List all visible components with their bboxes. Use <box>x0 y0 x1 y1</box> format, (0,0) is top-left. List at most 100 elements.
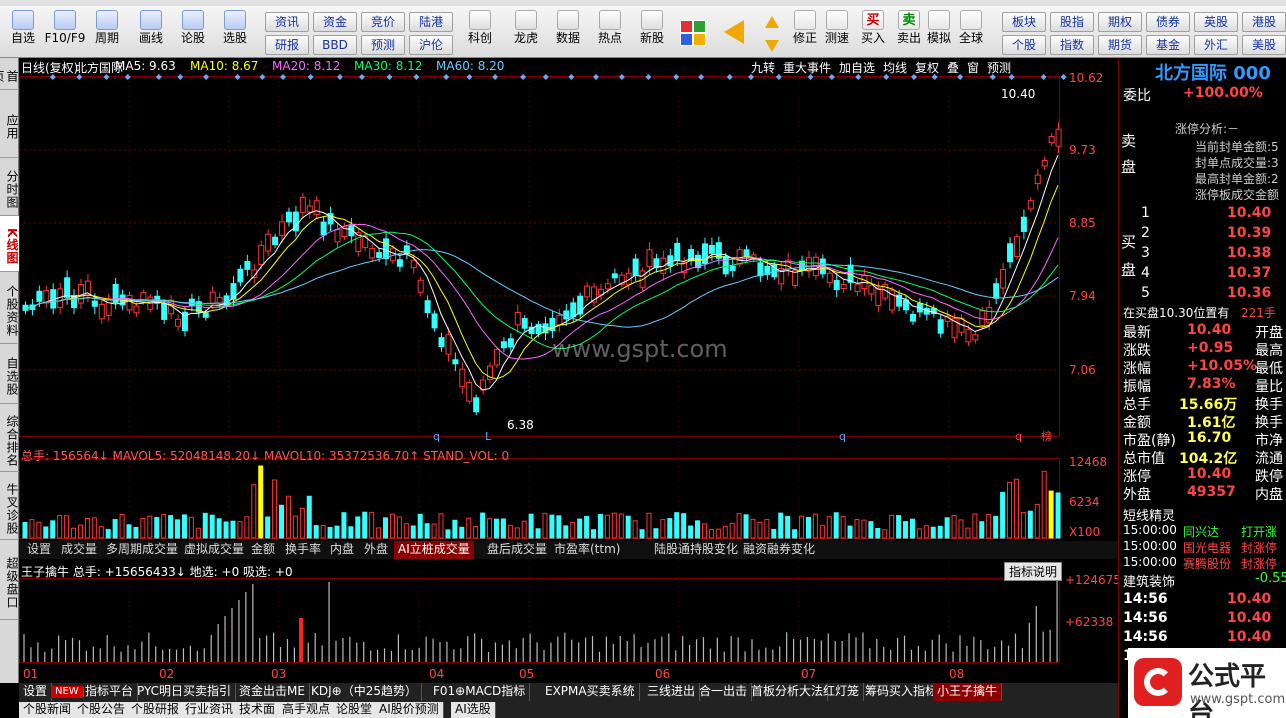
buy-level-row[interactable]: 5 10.36 <box>1123 285 1286 303</box>
toolbar-btn-1[interactable]: 资金 <box>313 12 357 32</box>
toolbar-dragon-button[interactable]: 龙虎 <box>504 8 548 45</box>
bottom-tab-12[interactable]: 筹码买入指标 <box>861 683 943 701</box>
toolbar-ipo-button[interactable]: 新股 <box>630 8 674 45</box>
market-btn-b4[interactable]: 外汇 <box>1194 35 1238 55</box>
arrow-up-icon[interactable] <box>765 16 779 28</box>
toolbar-clock-button[interactable]: 测速 <box>820 8 854 45</box>
buy-level-row[interactable]: 2 10.39 <box>1123 225 1286 243</box>
indicator-tab-0[interactable]: 设置 <box>23 541 55 559</box>
toolbar-coin-button[interactable]: 修正 <box>788 8 822 45</box>
market-btn-b0[interactable]: 个股 <box>1002 35 1046 55</box>
bottom-tab-4[interactable]: 资金出击ME <box>235 683 310 701</box>
leftnav-tab-1[interactable]: 应用 <box>0 90 19 158</box>
market-btn-b5[interactable]: 美股 <box>1242 35 1286 55</box>
toolbar-sell-button[interactable]: 卖卖出 <box>892 8 926 45</box>
toolbar-period-button[interactable]: 周期 <box>86 8 128 45</box>
kline-tool-1[interactable]: 重大事件 <box>783 59 831 76</box>
toolbar-discuss-button[interactable]: 论股 <box>172 8 214 45</box>
indicator-tab-2[interactable]: 多周期成交量 <box>102 541 182 559</box>
bottom-tab-9[interactable]: 合一出击 <box>695 683 753 701</box>
toolbar-star-button[interactable]: 自选 <box>2 8 44 45</box>
leftnav-tab-0[interactable]: 首页 <box>0 58 19 90</box>
indicator-tab-3[interactable]: 虚拟成交量 <box>180 541 248 559</box>
buy-level-row[interactable]: 1 10.40 <box>1123 205 1286 223</box>
kline-tool-7[interactable]: 预测 <box>987 59 1011 76</box>
kline-tool-3[interactable]: 均线 <box>883 59 907 76</box>
leftnav-tab-4[interactable]: 个股资料 <box>0 272 19 344</box>
news-tab-6[interactable]: 论股堂 <box>332 702 378 718</box>
kline-tool-6[interactable]: 窗 <box>967 59 979 76</box>
bottom-tab-5[interactable]: KDJ⊕（中25趋势） <box>307 683 422 701</box>
leftnav-tab-8[interactable]: 超级盘口 <box>0 540 19 620</box>
chart-svg[interactable]: 10.62 9.73 8.85 7.94 7.06 12468 6234 X100 +12467… <box>19 58 1118 683</box>
indicator-tab-12[interactable]: 融资融券变化 <box>739 541 819 559</box>
news-tab-2[interactable]: 个股研报 <box>127 702 185 718</box>
market-btn-b3[interactable]: 基金 <box>1146 35 1190 55</box>
bottom-tab-1[interactable]: NEW <box>51 686 84 698</box>
toolbar-pe-button[interactable]: 数据 <box>546 8 590 45</box>
indicator-tab-6[interactable]: 内盘 <box>326 541 358 559</box>
bottom-tab-7[interactable]: EXPMA买卖系统 <box>541 683 640 701</box>
toolbar-btn-2[interactable]: 竞价 <box>361 12 405 32</box>
leftnav-tab-7[interactable]: 牛叉诊股 <box>0 472 19 540</box>
toolbar-pencil-button[interactable]: 画线 <box>130 8 172 45</box>
market-btn-4[interactable]: 英股 <box>1194 12 1238 32</box>
buy-level-row[interactable]: 4 10.37 <box>1123 265 1286 283</box>
toolbar-screen-button[interactable]: 选股 <box>214 8 256 45</box>
leftnav-tab-3[interactable]: K线图 <box>0 216 19 272</box>
indicator-tab-4[interactable]: 金额 <box>247 541 279 559</box>
indicator-tab-1[interactable]: 成交量 <box>57 541 101 559</box>
bottom-tab-11[interactable]: 红灯笼 <box>819 683 865 701</box>
indicator-tab-7[interactable]: 外盘 <box>360 541 392 559</box>
bottom-tab-13[interactable]: 小王子擒牛 <box>933 683 1003 701</box>
leftnav-tab-5[interactable]: 自选股 <box>0 344 19 404</box>
indicator-tab-9[interactable]: 盘后成交量 <box>483 541 551 559</box>
news-tab-4[interactable]: 技术面 <box>235 702 281 718</box>
kline-tool-0[interactable]: 九转 <box>751 59 775 76</box>
toolbar-f10-button[interactable]: F10/F9 <box>44 8 86 45</box>
color-grid-icon[interactable] <box>680 20 706 46</box>
toolbar-hammer-button[interactable]: 模拟 <box>922 8 956 45</box>
toolbar-btn-0[interactable]: 资讯 <box>265 12 309 32</box>
toolbar-buy-button[interactable]: 买买入 <box>856 8 890 45</box>
toolbar-globe-button[interactable]: 全球 <box>954 8 988 45</box>
market-btn-1[interactable]: 股指 <box>1050 12 1094 32</box>
leftnav-tab-6[interactable]: 综合排名 <box>0 404 19 472</box>
market-btn-b1[interactable]: 指数 <box>1050 35 1094 55</box>
bottom-tab-3[interactable]: PYC明日买卖指引 <box>133 683 237 701</box>
toolbar-btn-b2[interactable]: 预测 <box>361 35 405 55</box>
indicator-tab-5[interactable]: 换手率 <box>281 541 325 559</box>
market-btn-b2[interactable]: 期货 <box>1098 35 1142 55</box>
bottom-tab-0[interactable]: 设置 <box>19 683 53 701</box>
toolbar-btn-b3[interactable]: 沪伦 <box>409 35 453 55</box>
bottom-tab-6[interactable]: F01⊕MACD指标 <box>429 683 531 701</box>
news-tab-1[interactable]: 个股公告 <box>73 702 131 718</box>
news-tab-3[interactable]: 行业资讯 <box>181 702 239 718</box>
indicator-tab-8[interactable]: AI立桩成交量 <box>394 541 474 559</box>
toolbar-chart-button[interactable]: 科创 <box>458 8 502 45</box>
leftnav-tab-2[interactable]: 分时图 <box>0 158 19 216</box>
bottom-tab-8[interactable]: 三线进出 <box>643 683 701 701</box>
market-btn-3[interactable]: 债券 <box>1146 12 1190 32</box>
news-tab-5[interactable]: 高手观点 <box>278 702 336 718</box>
toolbar-btn-b0[interactable]: 研报 <box>265 35 309 55</box>
market-btn-2[interactable]: 期权 <box>1098 12 1142 32</box>
market-btn-0[interactable]: 板块 <box>1002 12 1046 32</box>
arrow-down-icon[interactable] <box>765 40 779 52</box>
news-tab-0[interactable]: 个股新闻 <box>19 702 77 718</box>
back-arrow-icon[interactable] <box>724 20 744 44</box>
news-tab-8[interactable]: AI选股 <box>451 702 496 718</box>
kline-tool-4[interactable]: 复权 <box>915 59 939 76</box>
news-tab-7[interactable]: AI股价预测 <box>375 702 444 718</box>
buy-level-row[interactable]: 3 10.38 <box>1123 245 1286 263</box>
kline-tool-5[interactable]: 叠 <box>947 59 959 76</box>
indicator-tab-11[interactable]: 陆股通持股变化 <box>650 541 742 559</box>
kline-tool-2[interactable]: 加自选 <box>839 59 875 76</box>
bottom-tab-2[interactable]: 指标平台 <box>81 683 139 701</box>
indicator-explain-button[interactable]: 指标说明 <box>1004 562 1063 581</box>
bottom-tab-10[interactable]: 首板分析大法 <box>747 683 829 701</box>
toolbar-btn-b1[interactable]: BBD <box>313 35 357 55</box>
indicator-tab-10[interactable]: 市盈率(ttm) <box>550 541 624 559</box>
toolbar-fire-button[interactable]: 热点 <box>588 8 632 45</box>
toolbar-btn-3[interactable]: 陆港 <box>409 12 453 32</box>
